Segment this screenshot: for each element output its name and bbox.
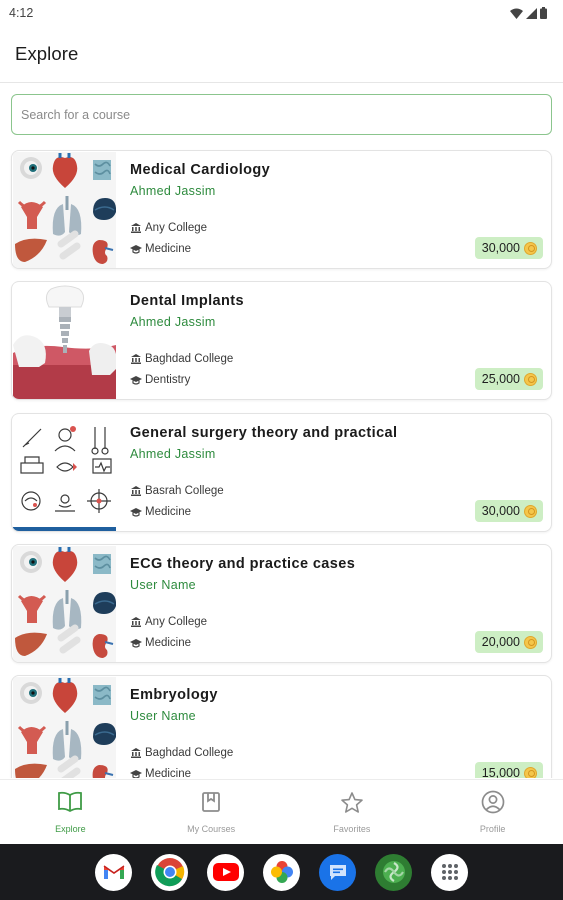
course-field: Medicine: [130, 768, 191, 778]
institution-icon: [131, 748, 141, 758]
graduation-cap-icon: [130, 770, 142, 778]
course-title: Medical Cardiology: [130, 162, 271, 178]
course-thumbnail: [13, 546, 116, 663]
star-icon: [339, 789, 365, 815]
status-bar: 4:12: [0, 0, 563, 26]
course-thumbnail: [13, 152, 116, 269]
messages-icon[interactable]: [319, 853, 356, 891]
course-list[interactable]: Medical Cardiology Ahmed Jassim Any Coll…: [0, 148, 563, 778]
nav-item-profile[interactable]: Profile: [422, 780, 563, 844]
account-circle-icon: [480, 789, 506, 815]
nav-label: Favorites: [333, 824, 371, 834]
course-card[interactable]: Embryology User Name Baghdad College Med…: [11, 675, 552, 778]
college-label: Basrah College: [145, 485, 224, 497]
nav-item-my-courses[interactable]: My Courses: [141, 780, 282, 844]
course-title: Embryology: [130, 687, 218, 703]
field-label: Dentistry: [145, 374, 191, 386]
field-label: Medicine: [145, 637, 192, 649]
google-photos-icon[interactable]: [263, 853, 300, 891]
wifi-icon: [510, 8, 523, 19]
graduation-cap-icon: [130, 245, 142, 254]
price-badge: 15,000: [474, 762, 543, 778]
college-label: Baghdad College: [145, 353, 234, 365]
price-badge: 25,000: [474, 368, 543, 390]
graduation-cap-icon: [130, 508, 142, 517]
graduation-cap-icon: [130, 639, 142, 648]
course-college: Basrah College: [130, 485, 224, 497]
field-label: Medicine: [145, 243, 192, 255]
course-college: Baghdad College: [130, 353, 233, 365]
nav-label: Profile: [479, 824, 506, 834]
institution-icon: [131, 223, 141, 233]
status-time: 4:12: [9, 6, 34, 20]
page-title: Explore: [15, 43, 79, 64]
price-value: 20,000: [481, 635, 520, 649]
course-college: Any College: [130, 222, 207, 234]
youtube-icon[interactable]: [207, 853, 244, 891]
course-card[interactable]: General surgery theory and practical Ahm…: [11, 413, 552, 532]
course-thumbnail: [13, 677, 116, 778]
field-label: Medicine: [145, 768, 192, 778]
course-thumbnail: [13, 415, 116, 531]
coin-icon: [524, 241, 537, 255]
nav-label: Explore: [55, 824, 86, 834]
graduation-cap-icon: [130, 376, 142, 385]
institution-icon: [131, 617, 141, 627]
college-label: Baghdad College: [145, 747, 234, 759]
college-label: Any College: [145, 616, 208, 628]
nav-item-favorites[interactable]: Favorites: [282, 780, 423, 844]
bookmark-book-icon: [198, 789, 224, 815]
course-instructor: User Name: [130, 709, 196, 723]
price-value: 30,000: [481, 504, 520, 518]
coin-icon: [524, 372, 537, 386]
course-instructor: User Name: [130, 578, 196, 592]
battery-icon: [540, 7, 547, 19]
gmail-icon[interactable]: [95, 853, 132, 891]
price-badge: 20,000: [474, 631, 543, 653]
nav-item-explore[interactable]: Explore: [0, 780, 141, 844]
course-field: Dentistry: [130, 374, 190, 386]
bottom-navigation: Explore My Courses Favorites Profile: [0, 779, 563, 844]
course-title: Dental Implants: [130, 293, 244, 309]
price-value: 30,000: [481, 241, 520, 255]
system-taskbar: [0, 844, 563, 900]
course-college: Any College: [130, 616, 207, 628]
field-label: Medicine: [145, 506, 192, 518]
course-field: Medicine: [130, 243, 191, 255]
price-badge: 30,000: [474, 237, 543, 259]
nav-label: My Courses: [187, 824, 236, 834]
course-instructor: Ahmed Jassim: [130, 315, 216, 329]
search-input[interactable]: [11, 94, 552, 135]
course-card[interactable]: Medical Cardiology Ahmed Jassim Any Coll…: [11, 150, 552, 269]
chrome-icon[interactable]: [151, 853, 188, 891]
app-drawer-icon[interactable]: [431, 853, 468, 891]
coin-icon: [524, 766, 537, 778]
app-bar: Explore: [0, 26, 563, 83]
course-card[interactable]: ECG theory and practice cases User Name …: [11, 544, 552, 663]
signal-icon: [526, 7, 537, 19]
course-instructor: Ahmed Jassim: [130, 184, 216, 198]
price-value: 25,000: [481, 372, 520, 386]
course-college: Baghdad College: [130, 747, 233, 759]
college-label: Any College: [145, 222, 208, 234]
open-book-icon: [57, 789, 83, 815]
institution-icon: [131, 354, 141, 364]
course-thumbnail: [13, 283, 116, 399]
course-title: General surgery theory and practical: [130, 425, 398, 441]
course-title: ECG theory and practice cases: [130, 556, 356, 572]
camera-app-icon[interactable]: [375, 853, 412, 891]
institution-icon: [131, 486, 141, 496]
coin-icon: [524, 635, 537, 649]
course-field: Medicine: [130, 637, 191, 649]
course-instructor: Ahmed Jassim: [130, 447, 216, 461]
price-value: 15,000: [481, 766, 520, 778]
price-badge: 30,000: [474, 500, 543, 522]
course-card[interactable]: Dental Implants Ahmed Jassim Baghdad Col…: [11, 281, 552, 400]
status-icons: [510, 7, 547, 19]
course-field: Medicine: [130, 506, 191, 518]
coin-icon: [524, 504, 537, 518]
